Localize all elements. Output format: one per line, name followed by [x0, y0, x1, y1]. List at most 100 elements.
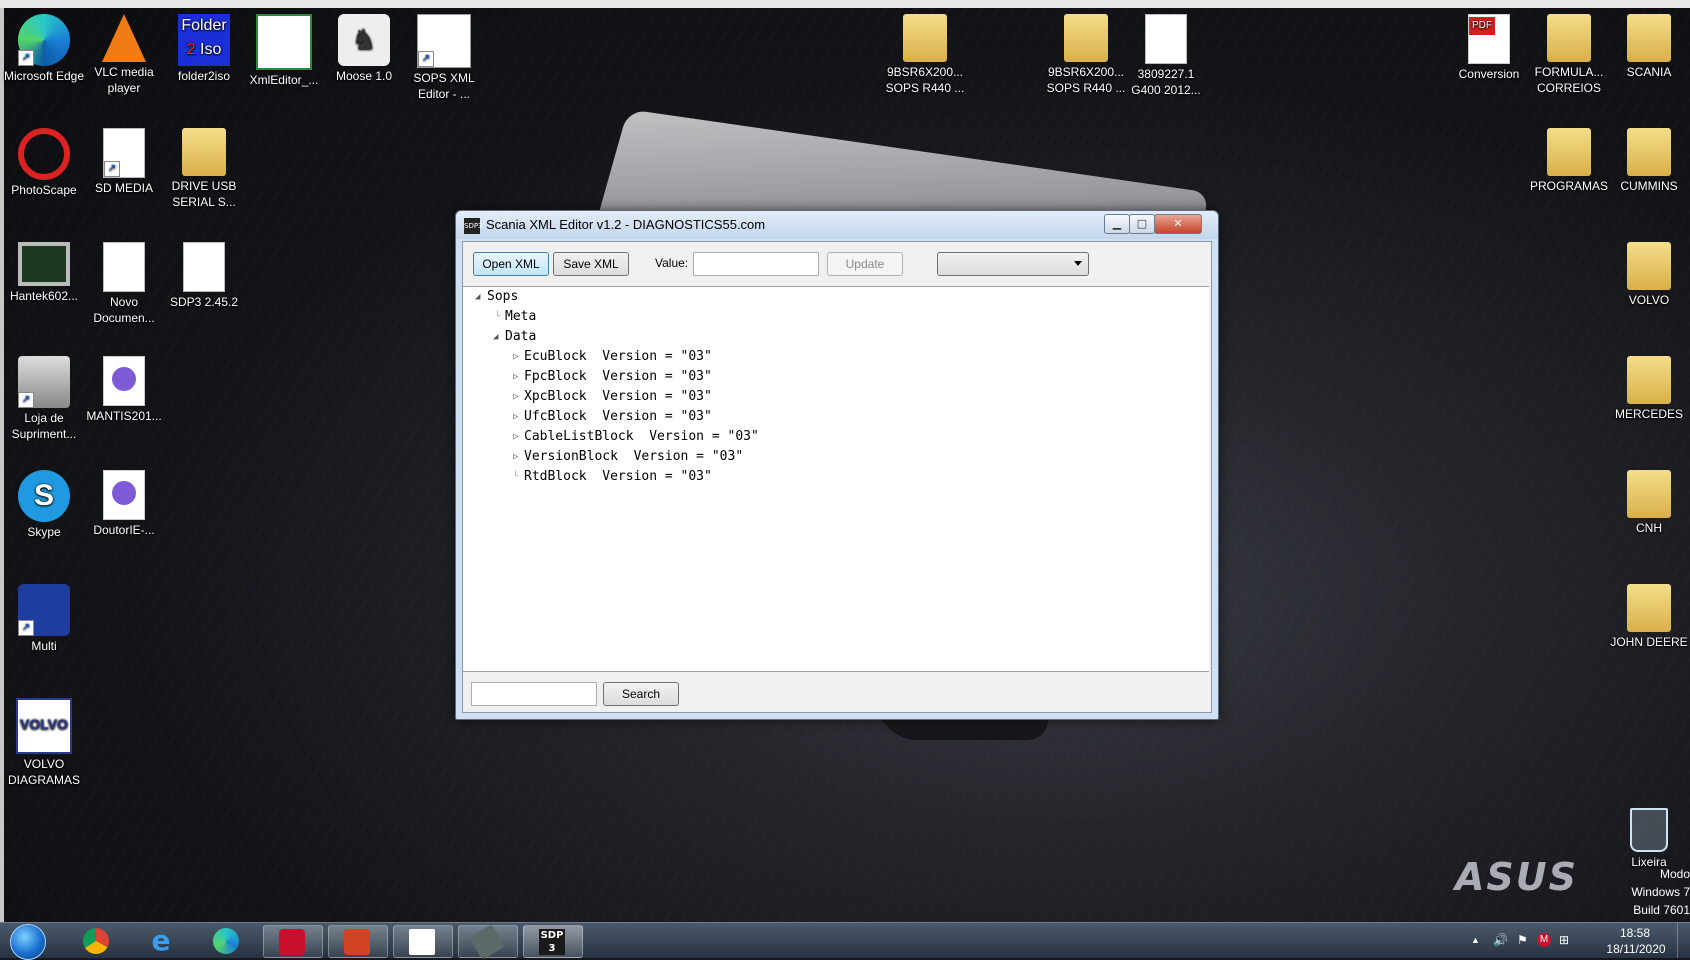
icon-label: 3809227.1 G400 2012...: [1131, 67, 1201, 97]
desktop-icon-formula-correios[interactable]: FORMULA... CORREIOS: [1528, 14, 1610, 96]
desktop-icon-multi[interactable]: ↗ Multi: [3, 584, 85, 654]
desktop-icon-novo-documento[interactable]: Novo Documen...: [83, 242, 165, 326]
desktop-icon-sops-folder-1[interactable]: 9BSR6X200... SOPS R440 ...: [884, 14, 966, 96]
minimize-button[interactable]: ▁: [1104, 214, 1130, 234]
tree-node-block[interactable]: CableListBlock Version = "03": [524, 427, 759, 447]
taskbar-powerpoint[interactable]: [328, 925, 388, 958]
search-input[interactable]: [471, 682, 597, 706]
icon-label: PhotoScape: [11, 183, 77, 197]
icon-text: 2: [186, 41, 196, 58]
show-desktop-button[interactable]: [1677, 923, 1690, 958]
desktop-icon-microsoft-edge[interactable]: ↗ Microsoft Edge: [3, 14, 85, 84]
expand-triangle-icon[interactable]: ▷: [513, 447, 521, 467]
document-icon: ↗: [103, 128, 145, 178]
update-button[interactable]: Update: [827, 252, 903, 276]
taskbar-edge[interactable]: [198, 925, 256, 956]
expand-triangle-icon[interactable]: ▷: [513, 407, 521, 427]
desktop-icon-vlc[interactable]: VLC media player: [83, 14, 165, 96]
maximize-button[interactable]: □: [1129, 214, 1155, 234]
desktop-icon-cnh[interactable]: CNH: [1608, 470, 1690, 536]
taskbar-sops-xml[interactable]: [393, 925, 453, 958]
tree-node-sops[interactable]: Sops: [487, 287, 518, 307]
desktop-icon-conversion[interactable]: PDF Conversion: [1448, 14, 1530, 82]
search-button[interactable]: Search: [603, 682, 679, 706]
open-xml-button[interactable]: Open XML: [473, 252, 549, 276]
icon-label: Multi: [31, 639, 57, 653]
desktop-icon-hantek[interactable]: Hantek602...: [3, 242, 85, 304]
taskbar-chrome[interactable]: [68, 925, 126, 956]
edge-icon: ↗: [18, 14, 70, 66]
expand-triangle-icon[interactable]: ▷: [513, 347, 521, 367]
desktop-icon-3809227[interactable]: 3809227.1 G400 2012...: [1125, 14, 1207, 98]
desktop-icon-cummins[interactable]: CUMMINS: [1608, 128, 1690, 194]
shortcut-arrow-icon: ↗: [18, 50, 34, 66]
tree-node-block[interactable]: XpcBlock Version = "03": [524, 387, 712, 407]
tree-node-block[interactable]: EcuBlock Version = "03": [524, 347, 712, 367]
window-client-area: Open XML Save XML Value: Update ◢ Sops └…: [462, 241, 1212, 713]
icon-label: SOPS XML Editor - ...: [413, 71, 475, 101]
desktop-icon-john-deere[interactable]: JOHN DEERE: [1608, 584, 1690, 650]
tree-node-block[interactable]: RtdBlock Version = "03": [524, 467, 712, 487]
taskbar-mcafee[interactable]: [263, 925, 323, 958]
watermark-line: Modo: [1659, 867, 1690, 881]
show-hidden-icons-icon[interactable]: ▲: [1471, 935, 1480, 945]
expand-triangle-icon[interactable]: ▷: [513, 367, 521, 387]
volume-icon[interactable]: 🔊: [1493, 933, 1508, 947]
desktop-icon-xmleditor[interactable]: XmlEditor_...: [243, 14, 325, 88]
mcafee-tray-icon[interactable]: M: [1537, 933, 1551, 947]
tree-node-block[interactable]: VersionBlock Version = "03": [524, 447, 743, 467]
desktop-icon-doutorie[interactable]: DoutorIE-...: [83, 470, 165, 538]
xml-tree-view[interactable]: ◢ Sops └ Meta ◢ Data ▷ EcuBlock Version …: [463, 286, 1209, 672]
tree-node-data[interactable]: Data: [505, 327, 536, 347]
value-dropdown[interactable]: [937, 252, 1089, 276]
collapse-triangle-icon[interactable]: ◢: [475, 287, 483, 307]
desktop-icon-sops-folder-2[interactable]: 9BSR6X200... SOPS R440 ...: [1045, 14, 1127, 96]
chrome-icon: [83, 928, 109, 954]
expand-triangle-icon[interactable]: ▷: [513, 427, 521, 447]
desktop-icon-volvo-folder[interactable]: VOLVO: [1608, 242, 1690, 308]
desktop-icon-loja-suprimentos[interactable]: ↗ Loja de Supriment...: [3, 356, 85, 442]
desktop-icon-folder2iso[interactable]: Folder 2 Iso folder2iso: [163, 14, 245, 84]
desktop-icon-programas[interactable]: PROGRAMAS: [1528, 128, 1610, 194]
desktop-icon-skype[interactable]: S Skype: [3, 470, 85, 540]
photoscape-icon: [18, 128, 70, 180]
desktop-icon-photoscape[interactable]: PhotoScape: [3, 128, 85, 198]
network-icon[interactable]: ⊞: [1559, 933, 1569, 947]
desktop-icon-recycle-bin[interactable]: Lixeira: [1608, 808, 1690, 870]
torrent-icon: [103, 470, 145, 520]
taskbar-internet-explorer[interactable]: e: [133, 925, 191, 956]
mcafee-icon: [279, 929, 305, 955]
clock-date[interactable]: 18/11/2020: [1600, 942, 1672, 956]
taskbar-usb-tool[interactable]: [458, 924, 518, 960]
desktop-icon-volvo-diagramas[interactable]: VOLVO VOLVO DIAGRAMAS: [3, 698, 85, 788]
desktop-icon-sdp3[interactable]: SDP3 2.45.2: [163, 242, 245, 310]
desktop-icon-sops-xml-editor[interactable]: ↗ SOPS XML Editor - ...: [403, 14, 485, 102]
desktop-icon-sd-media[interactable]: ↗ SD MEDIA: [83, 128, 165, 196]
action-center-flag-icon[interactable]: ⚑: [1517, 933, 1528, 947]
close-button[interactable]: ✕: [1154, 214, 1202, 234]
taskbar-sdp3[interactable]: SDP 3: [523, 925, 583, 958]
clock-time[interactable]: 18:58: [1605, 926, 1665, 940]
sops-xml-icon: [409, 929, 435, 955]
watermark-line: Build 7601: [1633, 903, 1690, 917]
desktop-icon-scania[interactable]: SCANIA: [1608, 14, 1690, 80]
desktop-icon-drive-usb-serial[interactable]: DRIVE USB SERIAL S...: [163, 128, 245, 210]
folder-icon: [1627, 14, 1671, 62]
icon-label: VOLVO: [1628, 293, 1670, 307]
save-xml-button[interactable]: Save XML: [553, 252, 629, 276]
icon-label: Hantek602...: [9, 289, 79, 303]
icon-label: SCANIA: [1626, 65, 1672, 79]
desktop-icon-mantis[interactable]: MANTIS201...: [83, 356, 165, 424]
icon-label: VLC media player: [94, 65, 154, 95]
collapse-triangle-icon[interactable]: ◢: [493, 327, 501, 347]
tree-node-block[interactable]: FpcBlock Version = "03": [524, 367, 712, 387]
desktop-icon-mercedes[interactable]: MERCEDES: [1608, 356, 1690, 422]
start-button[interactable]: [10, 924, 46, 960]
value-input[interactable]: [693, 252, 819, 276]
icon-label: JOHN DEERE: [1610, 635, 1688, 649]
window-titlebar[interactable]: SDP3 Scania XML Editor v1.2 - DIAGNOSTIC…: [456, 211, 1218, 239]
desktop-icon-moose[interactable]: ♞ Moose 1.0: [323, 14, 405, 84]
tree-node-meta[interactable]: Meta: [505, 307, 536, 327]
tree-node-block[interactable]: UfcBlock Version = "03": [524, 407, 712, 427]
expand-triangle-icon[interactable]: ▷: [513, 387, 521, 407]
